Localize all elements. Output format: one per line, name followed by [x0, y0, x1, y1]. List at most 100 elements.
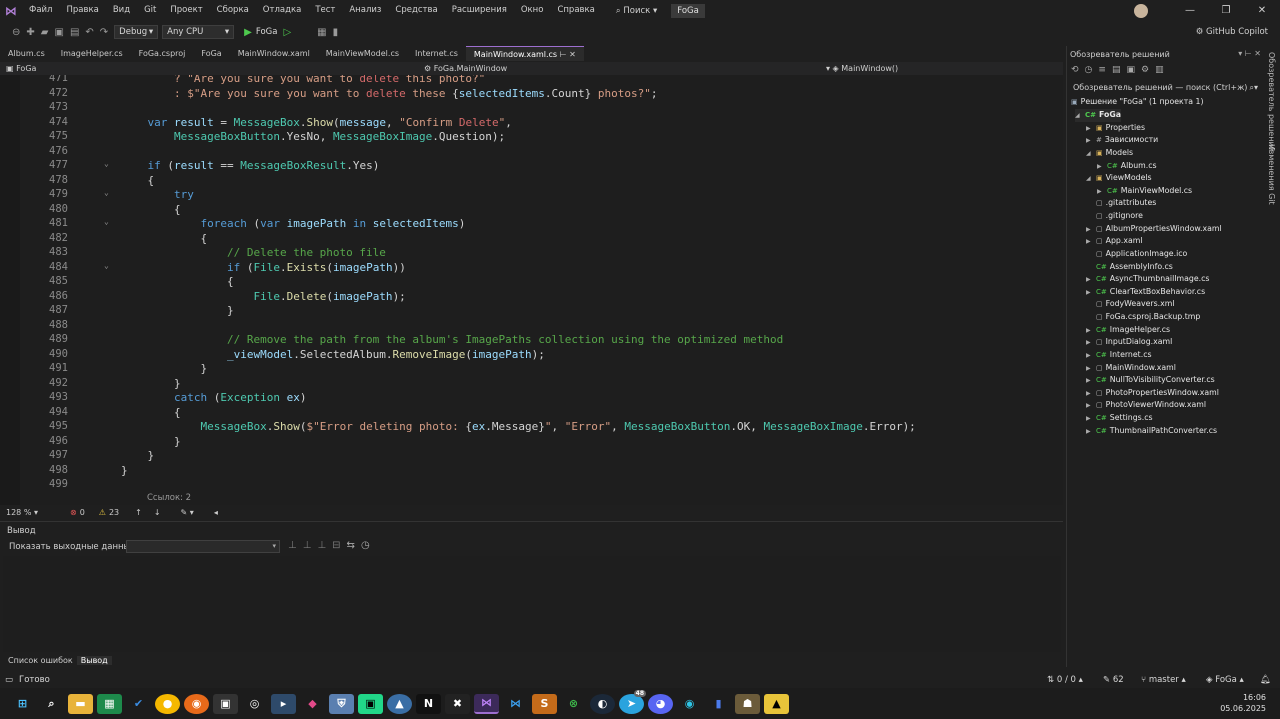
warning-icon[interactable]: ⚠	[99, 508, 106, 517]
notifications-icon[interactable]: 🔔︎	[1260, 675, 1271, 685]
solution-tree-item[interactable]: ▶ ▢ AlbumPropertiesWindow.xaml	[1086, 223, 1222, 236]
clock-icon[interactable]: ◷	[361, 540, 376, 551]
solution-tree-item[interactable]: ▶ C# MainViewModel.cs	[1097, 185, 1192, 198]
bookmark-icon[interactable]: ▮	[333, 27, 339, 38]
toolbox-icon[interactable]: ▦	[317, 27, 326, 38]
spreadsheet-app-icon[interactable]: ▦	[97, 693, 122, 714]
document-tab[interactable]: Album.cs	[0, 46, 53, 61]
code-line[interactable]: 471 ? "Are you sure you want to delete t…	[0, 75, 1063, 87]
solution-tree-item[interactable]: ▶ C# ThumbnailPathConverter.cs	[1086, 425, 1217, 438]
code-line[interactable]: 488	[0, 319, 1063, 334]
solution-tree-item[interactable]: ▢ .gitignore	[1086, 210, 1143, 223]
code-line[interactable]: 474 var result = MessageBox.Show(message…	[0, 116, 1063, 131]
steam-icon[interactable]: ◐	[590, 693, 615, 714]
save-all-icon[interactable]: ▤	[70, 27, 79, 38]
properties-icon[interactable]: ⚙	[1141, 65, 1155, 75]
menu-item[interactable]: Анализ	[342, 0, 388, 21]
switch-views-icon[interactable]: ▣	[1126, 65, 1141, 75]
solution-tree-item[interactable]: ▶ C# NullToVisibilityConverter.cs	[1086, 374, 1215, 387]
fold-toggle-icon[interactable]: ⌄	[104, 217, 109, 226]
sync-icon[interactable]: ⟲	[1071, 65, 1085, 75]
tab-output[interactable]: Вывод	[76, 656, 112, 665]
clear-all-icon[interactable]: ⊟	[332, 540, 346, 551]
menu-item[interactable]: Файл	[22, 0, 59, 21]
notion-icon[interactable]: N	[416, 693, 441, 714]
code-line[interactable]: 493 catch (Exception ex)	[0, 391, 1063, 406]
solution-tree-item[interactable]: ▶ ▢ App.xaml	[1086, 235, 1143, 248]
code-line[interactable]: 487 }	[0, 304, 1063, 319]
code-line[interactable]: 492 }	[0, 377, 1063, 392]
code-line[interactable]: 494 {	[0, 406, 1063, 421]
menu-item[interactable]: Отладка	[256, 0, 309, 21]
solution-tree-item[interactable]: ▶ ▣ Properties	[1086, 122, 1145, 135]
code-line[interactable]: 484 ⌄ if (File.Exists(imagePath))	[0, 261, 1063, 276]
save-icon[interactable]: ▣	[54, 27, 63, 38]
next-message-icon[interactable]: ⊥	[317, 540, 332, 551]
fold-toggle-icon[interactable]: ⌄	[104, 159, 109, 168]
search-menu[interactable]: ⌕ Поиск ▾	[608, 6, 665, 16]
terminal-icon[interactable]: ▸	[271, 693, 296, 714]
game-app-icon[interactable]: ☗	[735, 693, 760, 714]
solution-tree-item[interactable]: ▶ C# Album.cs	[1097, 160, 1157, 173]
solution-tree-item[interactable]: ▢ .gitattributes	[1086, 197, 1156, 210]
browser-yellow-icon[interactable]: ●	[155, 693, 180, 714]
figma-icon[interactable]: ◆	[300, 694, 325, 714]
solution-tree-item[interactable]: ▶ ▢ PhotoPropertiesWindow.xaml	[1086, 387, 1219, 400]
panel-options-icon[interactable]: ▾	[1238, 49, 1242, 58]
expand-arrow-icon[interactable]: ◢	[1086, 148, 1096, 161]
expand-arrow-icon[interactable]: ◢	[1075, 110, 1085, 123]
jetbrains-icon[interactable]: ▣	[358, 693, 383, 714]
open-folder-icon[interactable]: ▰	[41, 27, 49, 38]
github-desktop-icon[interactable]: ◎	[242, 694, 267, 714]
code-line[interactable]: 491 }	[0, 362, 1063, 377]
analytics-icon[interactable]: ▮	[706, 694, 731, 714]
edge-icon[interactable]: ◉	[677, 694, 702, 714]
code-line[interactable]: 477 ⌄ if (result == MessageBoxResult.Yes)	[0, 159, 1063, 174]
document-tab[interactable]: FoGa	[193, 46, 229, 61]
maximize-icon[interactable]: ❐	[1208, 5, 1244, 16]
document-tab[interactable]: ImageHelper.cs	[53, 46, 131, 61]
visual-studio-logo-icon[interactable]: ⋈	[0, 0, 22, 21]
solution-tree-item[interactable]: ▶ C# Internet.cs	[1086, 349, 1152, 362]
side-tab-git-changes[interactable]: Изменения Git	[1267, 144, 1276, 205]
solution-node[interactable]: ▣ Решение "FoGa" (1 проекта 1)	[1071, 96, 1204, 109]
solution-tree-item[interactable]: ◢ ▣ Models	[1086, 147, 1133, 160]
panel-close-icon[interactable]: ✕	[1254, 49, 1261, 58]
side-tab-solution-explorer[interactable]: Обозреватель решений	[1267, 52, 1276, 152]
find-message-icon[interactable]: ⊥	[288, 540, 303, 551]
code-line[interactable]: 475 MessageBoxButton.YesNo, MessageBoxIm…	[0, 130, 1063, 145]
close-icon[interactable]: ✕	[1244, 5, 1280, 16]
menu-item[interactable]: Расширения	[445, 0, 514, 21]
menu-item[interactable]: Правка	[59, 0, 105, 21]
vpn-app-icon[interactable]: ⛨	[329, 693, 354, 714]
member-dropdown[interactable]: ▾ ◈ MainWindow()	[826, 64, 1056, 73]
github-copilot-button[interactable]: ⚙ GitHub Copilot	[1196, 21, 1268, 43]
git-changes-indicator[interactable]: ⇅ 0 / 0 ▴	[1047, 675, 1083, 685]
show-all-files-icon[interactable]: ▤	[1112, 65, 1127, 75]
collapse-all-icon[interactable]: ≡	[1098, 65, 1112, 75]
document-tab[interactable]: FoGa.csproj	[131, 46, 194, 61]
xbox-icon[interactable]: ⊗	[561, 694, 586, 714]
code-line[interactable]: 497 }	[0, 449, 1063, 464]
preview-icon[interactable]: ▥	[1155, 65, 1170, 75]
class-dropdown[interactable]: ⚙ FoGa.MainWindow	[424, 64, 824, 73]
new-item-icon[interactable]: ✚	[26, 27, 34, 38]
media-app-icon[interactable]: ▣	[213, 693, 238, 714]
pending-edits-indicator[interactable]: ✎ 62	[1103, 675, 1124, 685]
code-editor[interactable]: 471 ? "Are you sure you want to delete t…	[0, 75, 1063, 505]
code-line[interactable]: 499	[0, 478, 1063, 493]
solution-search-input[interactable]: Обозреватель решений — поиск (Ctrl+ж) ⌕▾	[1069, 81, 1264, 94]
code-line[interactable]: 498}	[0, 464, 1063, 479]
redo-icon[interactable]: ↷	[100, 27, 108, 38]
code-line[interactable]: 486 File.Delete(imagePath);	[0, 290, 1063, 305]
output-text-area[interactable]	[3, 556, 1061, 652]
solution-tree-item[interactable]: ▢ FoGa.csproj.Backup.tmp	[1086, 311, 1200, 324]
code-line[interactable]: 472 : $"Are you sure you want to delete …	[0, 87, 1063, 102]
expand-arrow-icon[interactable]: ◢	[1086, 173, 1096, 186]
solution-tree-item[interactable]: ▢ FodyWeavers.xml	[1086, 298, 1175, 311]
solution-tree-item[interactable]: ▶ ▢ MainWindow.xaml	[1086, 362, 1176, 375]
platform-select[interactable]: Any CPU ▾	[162, 25, 235, 39]
file-explorer-icon[interactable]: ▬	[68, 693, 93, 714]
code-line[interactable]: 489 // Remove the path from the album's …	[0, 333, 1063, 348]
code-line[interactable]: 483 // Delete the photo file	[0, 246, 1063, 261]
